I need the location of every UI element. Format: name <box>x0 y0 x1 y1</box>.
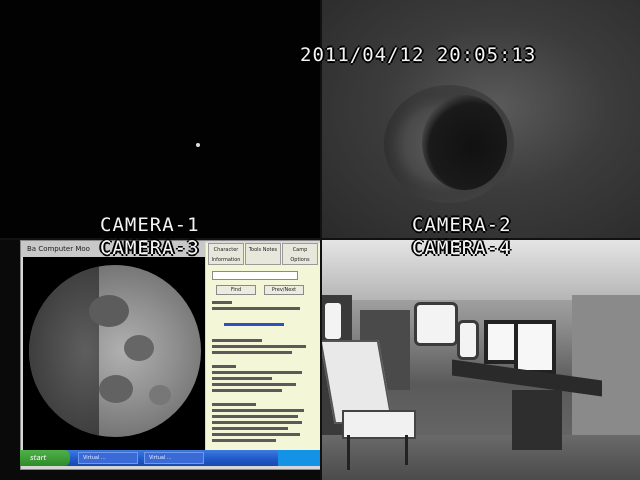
grid-divider <box>320 0 322 480</box>
side-window <box>457 320 479 360</box>
taskbar-item[interactable]: Virtual ... <box>144 452 204 464</box>
system-tray <box>278 450 320 466</box>
text-line <box>212 377 272 380</box>
text-line <box>212 439 276 442</box>
text-line <box>212 307 300 310</box>
equipment-rack <box>512 390 562 450</box>
prev-next-button[interactable]: Prev/Next <box>264 285 304 295</box>
side-window <box>414 302 458 346</box>
monitor-screen: Ba Computer Moo Character Information To… <box>20 240 320 470</box>
camera-1-label: CAMERA-1 <box>100 214 200 236</box>
tab-camp-options[interactable]: Camp Options <box>282 243 318 265</box>
crater-shadow <box>422 95 507 190</box>
moon-image <box>29 265 201 437</box>
chair-leg <box>405 435 408 465</box>
camera-3-feed: Ba Computer Moo Character Information To… <box>0 240 320 480</box>
camera-4-label: CAMERA-4 <box>412 237 512 259</box>
folding-chair <box>322 340 416 470</box>
camera-1-feed <box>0 0 320 238</box>
camera-2-feed <box>322 0 640 238</box>
text-line <box>212 339 262 342</box>
chair-leg <box>347 435 350 470</box>
text-line <box>212 415 298 418</box>
tab-tools-notes[interactable]: Tools Notes <box>245 243 281 265</box>
moon-mare <box>124 335 154 361</box>
monitor <box>484 320 518 364</box>
text-line <box>212 403 256 406</box>
text-line <box>212 351 292 354</box>
text-line <box>212 383 296 386</box>
text-line <box>212 371 302 374</box>
camera-4-feed <box>322 240 640 480</box>
text-line <box>212 345 306 348</box>
timestamp-overlay: 2011/04/12 20:05:13 <box>300 44 537 66</box>
monitor <box>514 320 556 374</box>
moon-mare <box>99 375 133 403</box>
moon-terminator-shade <box>29 265 99 437</box>
star-point <box>196 143 200 147</box>
taskbar: start Virtual ... Virtual ... <box>20 450 320 466</box>
start-button[interactable]: start <box>20 450 70 466</box>
camera-3-label: CAMERA-3 <box>100 237 200 259</box>
side-window <box>322 300 344 342</box>
info-panel: Character Information Tools Notes Camp O… <box>206 243 320 453</box>
moon-view-panel <box>23 257 205 451</box>
info-link[interactable] <box>224 323 284 326</box>
camera-2-label: CAMERA-2 <box>412 214 512 236</box>
moon-mare <box>149 385 171 405</box>
rear-wall <box>572 295 640 435</box>
object-dropdown[interactable] <box>212 271 298 280</box>
text-line <box>212 301 232 304</box>
text-line <box>212 433 300 436</box>
taskbar-item[interactable]: Virtual ... <box>78 452 138 464</box>
moon-mare <box>89 295 129 327</box>
tab-character-information[interactable]: Character Information <box>208 243 244 265</box>
find-button[interactable]: Find <box>216 285 256 295</box>
text-line <box>212 421 302 424</box>
text-line <box>212 389 282 392</box>
text-line <box>212 427 288 430</box>
text-line <box>212 365 236 368</box>
text-line <box>212 409 304 412</box>
